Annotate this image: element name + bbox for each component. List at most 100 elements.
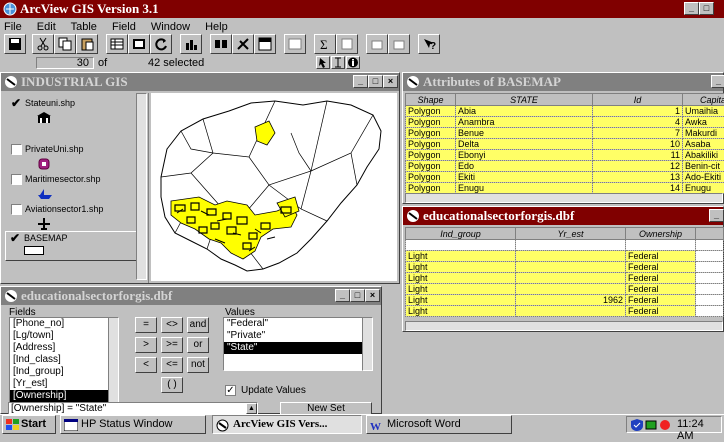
table-properties-button[interactable] [106,34,128,54]
equals-button[interactable]: = [135,317,157,333]
view-minimize-button[interactable]: _ [353,75,368,88]
expression-scroll-icon[interactable]: ▲ [246,403,257,414]
greater-than-button[interactable]: > [135,337,157,353]
table-row[interactable]: PolygonDelta10Asaba [406,139,724,150]
table-row[interactable]: PolygonEkiti13Ado-Ekiti [406,172,724,183]
paste-button[interactable] [76,34,98,54]
update-values-checkbox[interactable]: ✓ [225,385,236,396]
menu-window[interactable]: Window [151,21,190,33]
menu-file[interactable]: File [4,21,22,33]
not-button[interactable]: not [187,357,209,373]
tray-network-icon[interactable] [645,419,657,431]
field-item[interactable]: [Yr_est] [10,378,118,390]
or-button[interactable]: or [187,337,209,353]
table-row[interactable]: PolygonAnambra4Awka [406,117,724,128]
refresh-button[interactable] [150,34,172,54]
query-minimize-button[interactable]: _ [335,289,350,302]
menu-field[interactable]: Field [112,21,136,33]
maximize-button[interactable]: □ [699,2,714,15]
help-button[interactable]: ? [418,34,440,54]
summarize-button[interactable]: Σ [314,34,336,54]
table-row[interactable]: PolygonBenue7Makurdi [406,128,724,139]
statistics-button[interactable] [180,34,202,54]
column-header[interactable]: Id [593,94,683,106]
theme-privateuni[interactable]: PrivateUni.shp [7,143,137,177]
identify-tool[interactable] [346,56,360,69]
view-close-button[interactable]: × [383,75,398,88]
column-header[interactable]: Capital [683,94,724,106]
attributes-minimize-button[interactable]: _ [711,75,724,88]
edit-tool[interactable] [331,56,345,69]
theme-checkbox[interactable]: ✔ [10,233,21,244]
query-builder-button[interactable] [232,34,254,54]
column-header[interactable]: STATE [456,94,593,106]
start-button[interactable]: Start [2,415,56,434]
table-row[interactable]: PolygonEnugu14Enugu [406,183,724,194]
field-item[interactable]: [Ind_group] [10,366,118,378]
tray-volume-icon[interactable] [659,419,671,431]
attributes-hscrollbar[interactable] [405,193,723,203]
theme-stateuni[interactable]: ✔ Stateuni.shp [7,97,137,131]
find-button[interactable] [210,34,232,54]
fields-listbox[interactable]: [Phone_no][Lg/town][Address][Ind_class][… [9,317,119,403]
table-row[interactable]: LightFederal [406,262,724,273]
field-item[interactable]: [Ownership] [10,390,118,402]
view-maximize-button[interactable]: □ [368,75,383,88]
cut-button[interactable] [32,34,54,54]
theme-checkbox[interactable] [11,144,22,155]
value-item[interactable]: "Private" [224,330,372,342]
theme-checkbox[interactable] [11,174,22,185]
query-maximize-button[interactable]: □ [350,289,365,302]
menu-help[interactable]: Help [205,21,228,33]
table-row[interactable]: LightFederal [406,251,724,262]
calculate-button[interactable] [336,34,358,54]
column-header[interactable]: Shape [406,94,456,106]
theme-basemap[interactable]: ✔ BASEMAP [5,231,137,261]
theme-maritimesector[interactable]: Maritimesector.shp [7,173,137,207]
field-item[interactable]: [Ind_class] [10,354,118,366]
task-hp-status[interactable]: HP Status Window [60,415,206,434]
table-row[interactable]: PolygonAbia1Umaihia [406,106,724,117]
theme-checkbox[interactable] [11,204,22,215]
value-item[interactable]: "State" [224,342,372,354]
parentheses-button[interactable]: ( ) [161,377,183,393]
less-equal-button[interactable]: <= [161,357,183,373]
toc-scrollbar[interactable] [136,93,147,280]
select-all-button[interactable] [128,34,150,54]
column-header[interactable]: Ind_group [406,228,516,240]
table-row[interactable]: Light1962Federal [406,295,724,306]
value-item[interactable]: "Federal" [224,318,372,330]
sort-ascending-button[interactable] [366,34,388,54]
query-close-button[interactable]: × [365,289,380,302]
menu-table[interactable]: Table [71,21,97,33]
sort-descending-button[interactable] [388,34,410,54]
switch-selection-button[interactable] [284,34,306,54]
map-canvas[interactable] [151,93,397,281]
edu-hscrollbar[interactable] [405,321,723,331]
values-listbox[interactable]: "Federal""Private""State" [223,317,373,371]
field-item[interactable]: [Lg/town] [10,330,118,342]
field-item[interactable]: [Address] [10,342,118,354]
task-arcview[interactable]: ArcView GIS Vers... [212,415,362,434]
promote-button[interactable] [254,34,276,54]
tray-shield-icon[interactable] [631,419,643,431]
column-header[interactable]: Ownership [626,228,696,240]
table-row[interactable]: LightFederal [406,273,724,284]
values-scrollbar[interactable] [362,317,373,371]
greater-equal-button[interactable]: >= [161,337,183,353]
column-header[interactable]: Yr_est [516,228,626,240]
menu-edit[interactable]: Edit [37,21,56,33]
minimize-button[interactable]: _ [684,2,699,15]
less-than-button[interactable]: < [135,357,157,373]
save-button[interactable] [4,34,26,54]
field-item[interactable]: [Phone_no] [10,318,118,330]
table-row[interactable]: PolygonEbonyi11Abakiliki [406,150,724,161]
not-equals-button[interactable]: <> [161,317,183,333]
table-row[interactable]: LightFederal [406,284,724,295]
select-tool[interactable] [316,56,330,69]
fields-scrollbar[interactable] [108,317,119,403]
table-row[interactable]: LightFederal [406,306,724,317]
table-row[interactable] [406,240,724,251]
edu-minimize-button[interactable]: _ [709,209,724,222]
table-row[interactable]: PolygonEdo12Benin-cit [406,161,724,172]
